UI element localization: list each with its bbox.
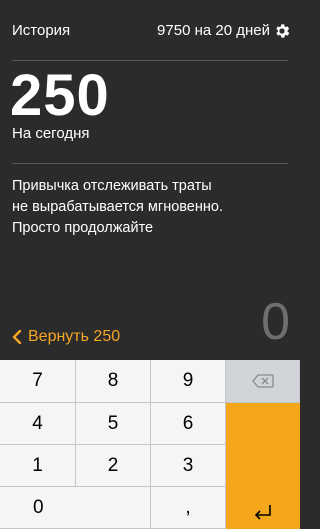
key-2[interactable]: 2 xyxy=(76,445,151,487)
header-divider xyxy=(12,60,288,61)
backspace-key[interactable] xyxy=(226,360,300,403)
enter-icon xyxy=(254,505,271,520)
key-7[interactable]: 7 xyxy=(0,360,76,403)
history-link[interactable]: История xyxy=(12,22,70,39)
message-line: не вырабатывается мгновенно. xyxy=(12,199,223,215)
numeric-keypad: 7 8 9 4 5 6 1 2 3 0 , xyxy=(0,360,300,529)
enter-key[interactable] xyxy=(226,403,300,529)
summary-divider xyxy=(12,163,288,164)
chevron-left-icon xyxy=(12,330,22,344)
gear-icon[interactable] xyxy=(273,22,291,40)
key-3[interactable]: 3 xyxy=(151,445,226,487)
top-bar: История 9750 на 20 дней xyxy=(0,0,300,60)
key-9[interactable]: 9 xyxy=(151,360,226,403)
backspace-icon xyxy=(251,374,274,388)
today-caption: На сегодня xyxy=(12,125,90,142)
entered-amount: 0 xyxy=(261,293,290,351)
key-1[interactable]: 1 xyxy=(0,445,76,487)
return-button[interactable]: Вернуть 250 xyxy=(12,328,120,346)
motivation-message: Привычка отслеживать траты не вырабатыва… xyxy=(12,176,282,239)
return-label: Вернуть 250 xyxy=(28,328,121,345)
message-line: Привычка отслеживать траты xyxy=(12,178,212,194)
key-5[interactable]: 5 xyxy=(76,403,151,445)
key-0[interactable]: 0 xyxy=(0,487,151,529)
key-8[interactable]: 8 xyxy=(76,360,151,403)
today-amount: 250 xyxy=(10,63,110,128)
message-line: Просто продолжайте xyxy=(12,220,154,236)
budget-summary: 9750 на 20 дней xyxy=(157,22,270,39)
key-6[interactable]: 6 xyxy=(151,403,226,445)
key-4[interactable]: 4 xyxy=(0,403,76,445)
key-comma[interactable]: , xyxy=(151,487,226,529)
